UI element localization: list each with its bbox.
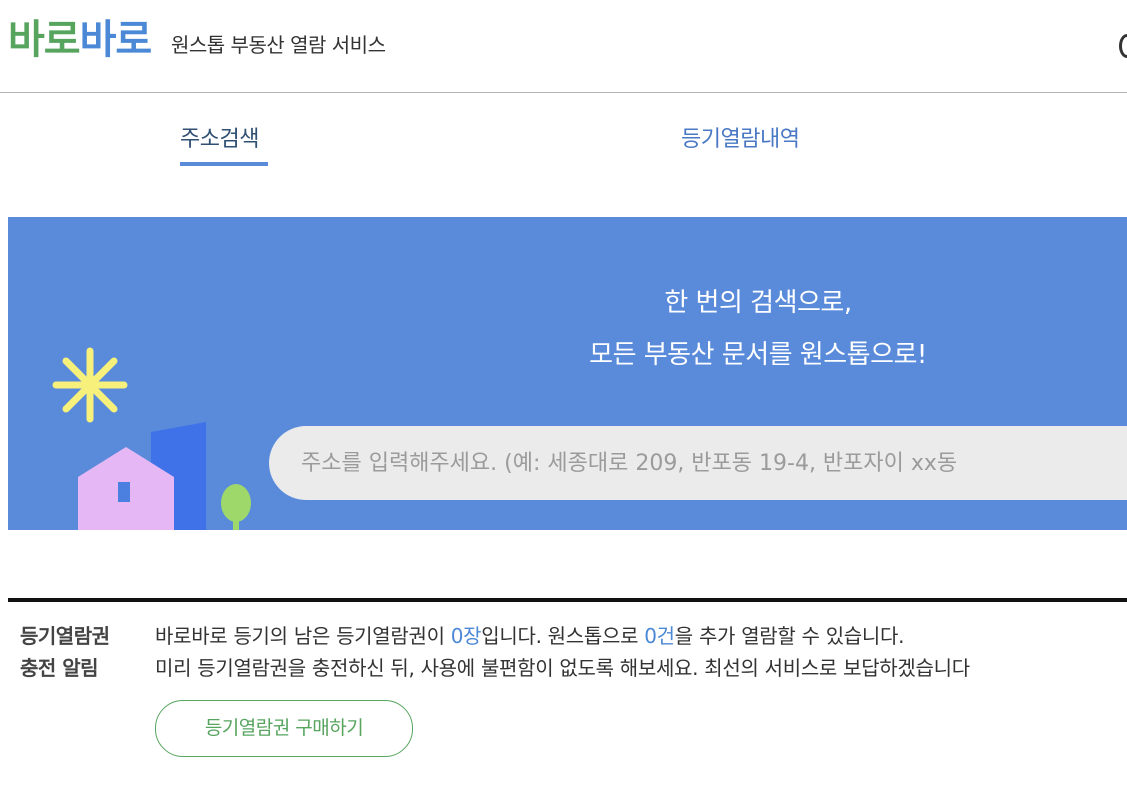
banner-headline-line1: 한 번의 검색으로, [664,288,852,318]
notice-title-line2: 충전 알림 [20,656,99,680]
tab-address-search[interactable]: 주소검색 [180,124,259,156]
page: 바로바로 원스톱 부동산 열람 서비스 주소검색 등기열람내역 한 번의 검색으… [0,0,1127,794]
active-tab-indicator [180,162,268,166]
notice-line1-mid: 입니다. 원스톱으로 [481,624,645,648]
notice-title-line1: 등기열람권 [20,624,110,648]
extra-view-count: 0건 [644,624,675,648]
sun-icon [52,347,128,423]
tagline: 원스톱 부동산 열람 서비스 [171,33,386,57]
account-icon[interactable] [1119,34,1127,58]
tree-icon [221,484,251,530]
house-icon [78,447,174,530]
tab-registry-history[interactable]: 등기열람내역 [681,124,800,156]
logo-part-2: 바로 [79,17,153,63]
header: 바로바로 원스톱 부동산 열람 서비스 [0,0,1127,93]
notice-message-line1: 바로바로 등기의 남은 등기열람권이 0장입니다. 원스톱으로 0건을 추가 열… [155,620,904,652]
remaining-ticket-count: 0장 [450,624,482,648]
buy-ticket-button[interactable]: 등기열람권 구매하기 [155,700,413,757]
notice-line1-prefix: 바로바로 등기의 남은 등기열람권이 [155,624,451,648]
notice-message-line2: 미리 등기열람권을 충전하신 뒤, 사용에 불편함이 없도록 해보세요. 최선의… [155,656,970,680]
notice-line1-suffix: 을 추가 열람할 수 있습니다. [674,624,905,648]
banner-headline-line2: 모든 부동산 문서를 원스톱으로! [589,340,927,370]
logo-part-1: 바로 [8,17,81,63]
notice-title: 등기열람권 충전 알림 [20,620,110,684]
search-banner: 한 번의 검색으로, 모든 부동산 문서를 원스톱으로! [8,217,1127,530]
ticket-notice: 등기열람권 충전 알림 바로바로 등기의 남은 등기열람권이 0장입니다. 원스… [8,598,1127,794]
logo[interactable]: 바로바로 [8,14,153,66]
address-search-input[interactable] [269,426,1127,500]
